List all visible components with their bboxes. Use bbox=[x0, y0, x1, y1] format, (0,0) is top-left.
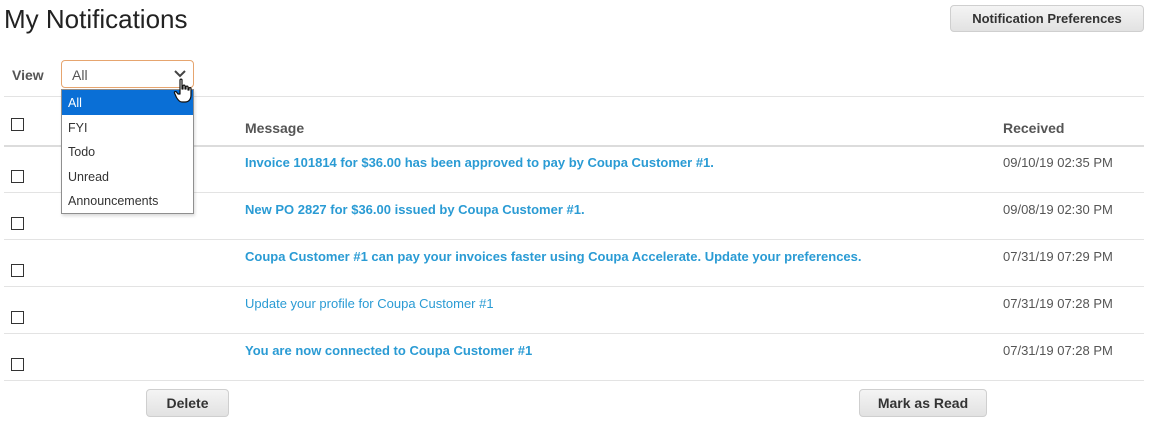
notification-message-link[interactable]: Invoice 101814 for $36.00 has been appro… bbox=[245, 155, 714, 170]
notification-message-link[interactable]: New PO 2827 for $36.00 issued by Coupa C… bbox=[245, 202, 585, 217]
notifications-page: My Notifications Notification Preference… bbox=[0, 0, 1149, 421]
row-checkbox[interactable] bbox=[11, 170, 24, 183]
row-checkbox[interactable] bbox=[11, 311, 24, 324]
notification-message-link[interactable]: Update your profile for Coupa Customer #… bbox=[245, 296, 494, 311]
view-select-value: All bbox=[72, 67, 88, 83]
delete-button[interactable]: Delete bbox=[146, 389, 229, 417]
view-option-fyi[interactable]: FYI bbox=[62, 115, 193, 140]
view-option-todo[interactable]: Todo bbox=[62, 139, 193, 164]
row-checkbox[interactable] bbox=[11, 217, 24, 230]
received-date: 07/31/19 07:28 PM bbox=[1003, 296, 1113, 311]
received-date: 09/08/19 02:30 PM bbox=[1003, 202, 1113, 217]
hand-pointer-icon bbox=[173, 78, 195, 104]
table-row: You are now connected to Coupa Customer … bbox=[4, 334, 1144, 381]
received-date: 09/10/19 02:35 PM bbox=[1003, 155, 1113, 170]
row-checkbox[interactable] bbox=[11, 264, 24, 277]
received-date: 07/31/19 07:28 PM bbox=[1003, 343, 1113, 358]
message-column-header: Message bbox=[245, 120, 305, 136]
page-title: My Notifications bbox=[4, 4, 188, 34]
view-label: View bbox=[12, 67, 44, 83]
notification-preferences-button[interactable]: Notification Preferences bbox=[950, 5, 1144, 32]
notification-message-link[interactable]: You are now connected to Coupa Customer … bbox=[245, 343, 532, 358]
received-date: 07/31/19 07:29 PM bbox=[1003, 249, 1113, 264]
view-option-announcements[interactable]: Announcements bbox=[62, 188, 193, 213]
row-checkbox[interactable] bbox=[11, 358, 24, 371]
mark-as-read-button[interactable]: Mark as Read bbox=[859, 389, 987, 417]
received-column-header: Received bbox=[1003, 120, 1065, 136]
view-dropdown-menu: All FYI Todo Unread Announcements bbox=[61, 89, 194, 214]
select-all-checkbox[interactable] bbox=[11, 118, 24, 131]
view-option-unread[interactable]: Unread bbox=[62, 164, 193, 189]
table-row: Coupa Customer #1 can pay your invoices … bbox=[4, 240, 1144, 287]
notification-message-link[interactable]: Coupa Customer #1 can pay your invoices … bbox=[245, 249, 862, 264]
table-row: Update your profile for Coupa Customer #… bbox=[4, 287, 1144, 334]
